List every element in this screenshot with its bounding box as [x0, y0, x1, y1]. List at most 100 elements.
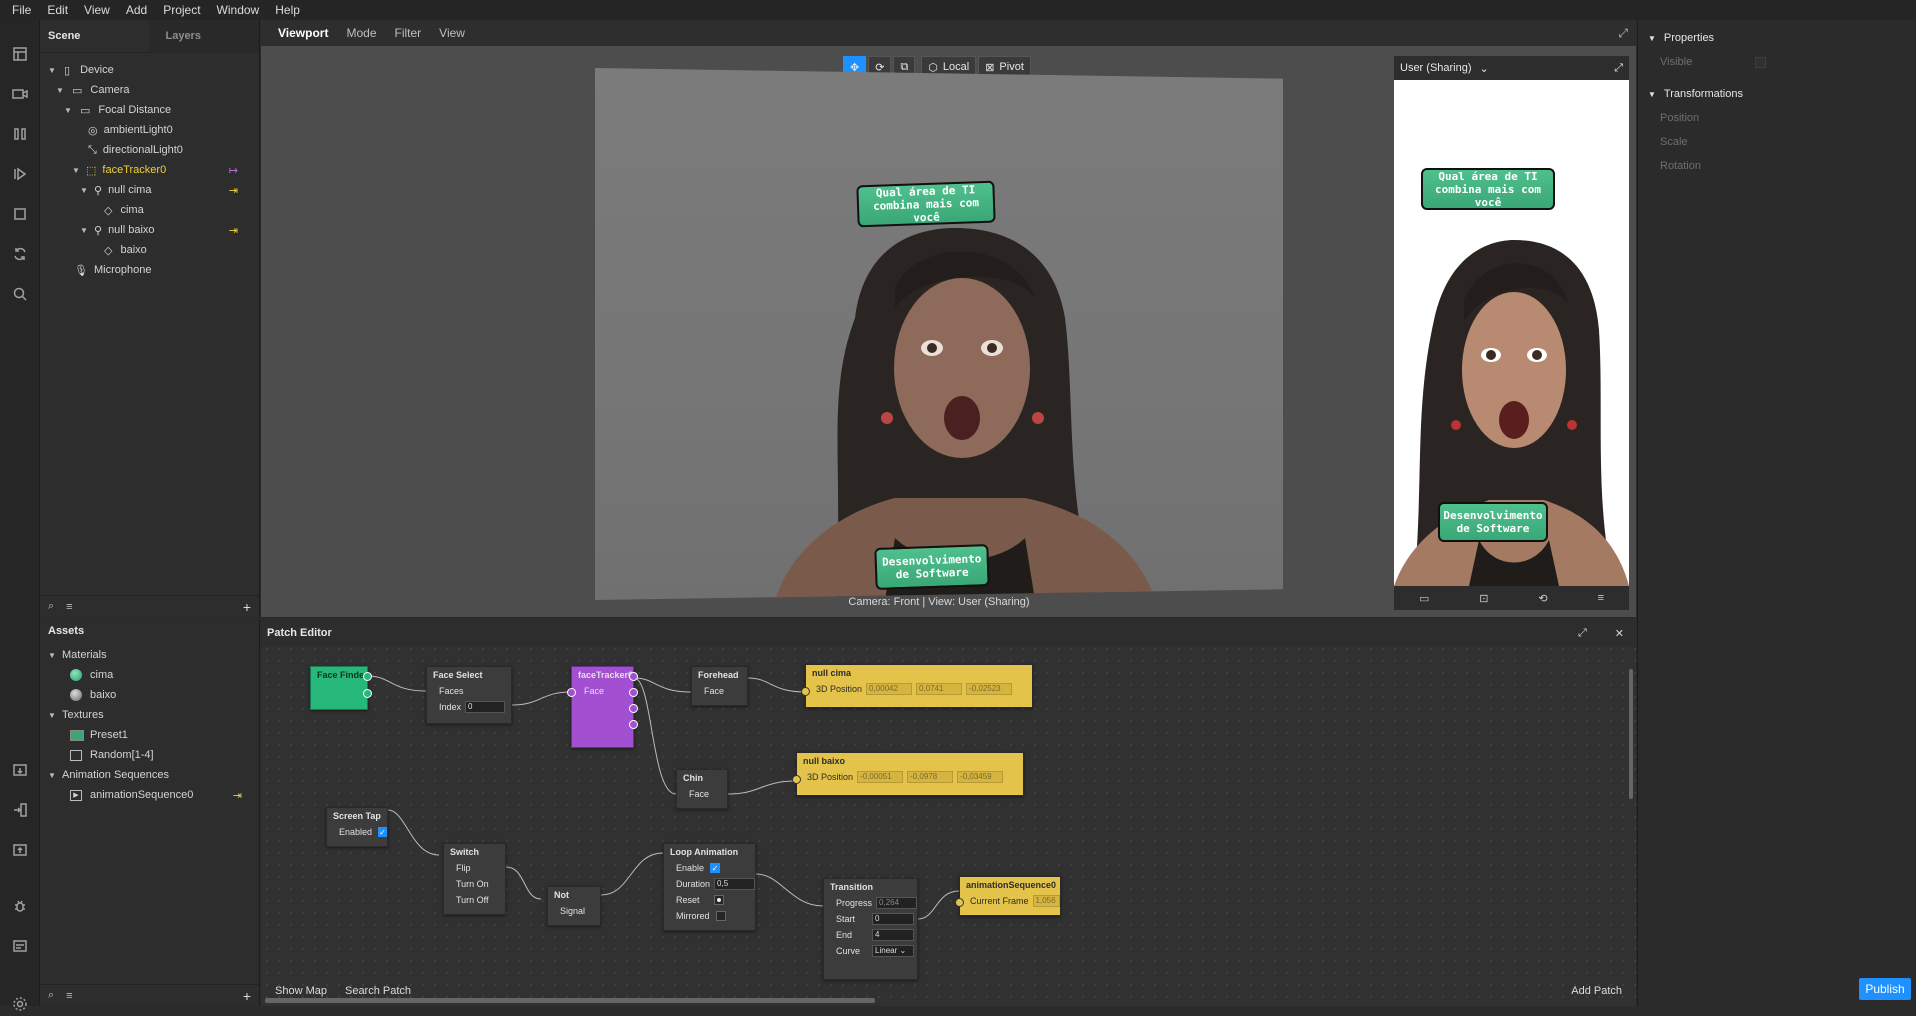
add-icon[interactable]: + [243, 988, 251, 1004]
publish-button[interactable]: Publish [1859, 978, 1911, 1000]
caret-down-icon[interactable]: ▼ [56, 86, 66, 95]
asset-group-textures[interactable]: ▼ Textures [48, 705, 104, 725]
caret-down-icon[interactable]: ▼ [48, 651, 58, 660]
start-input[interactable]: 0 [872, 913, 915, 925]
node-not[interactable]: Not Signal [547, 886, 601, 926]
tree-item-camera[interactable]: ▼ ▭ Camera [56, 80, 130, 100]
output-port[interactable] [629, 688, 638, 697]
filter-icon[interactable]: ≡ [66, 990, 72, 1002]
position-z-input[interactable]: -0,02523 [966, 683, 1013, 695]
node-loop-animation[interactable]: Loop Animation Enable ✓ Duration 0,5 Reset… [663, 843, 756, 931]
mirrored-checkbox[interactable] [715, 911, 726, 921]
position-y-input[interactable]: -0,0978 [907, 771, 954, 783]
popout-icon[interactable]: ⤢ [1609, 26, 1636, 41]
refresh-icon[interactable] [8, 242, 32, 266]
reset-pulse[interactable] [713, 895, 724, 905]
asset-item-cima[interactable]: cima [70, 665, 113, 685]
menu-edit[interactable]: Edit [39, 3, 76, 17]
add-patch-button[interactable]: Add Patch [1571, 985, 1622, 997]
caret-down-icon[interactable]: ▼ [48, 66, 58, 75]
patch-arrow-icon[interactable]: ↦ [229, 164, 238, 177]
send-to-device-icon[interactable] [8, 798, 32, 822]
filter-icon[interactable]: ≡ [66, 601, 72, 613]
preview-question-bubble[interactable]: Qual área de TI combina mais com você [1421, 168, 1555, 210]
input-port[interactable] [567, 688, 576, 697]
panels-icon[interactable] [8, 122, 32, 146]
asset-item-baixo[interactable]: baixo [70, 685, 116, 705]
question-bubble[interactable]: Qual área de TI combina mais com você [856, 180, 996, 228]
caret-down-icon[interactable]: ▼ [80, 226, 90, 235]
node-forehead[interactable]: Forehead Face [691, 666, 748, 706]
tree-item-microphone[interactable]: 🎙︎ Microphone [74, 260, 151, 280]
enabled-checkbox[interactable]: ✓ [378, 827, 387, 837]
output-port[interactable] [629, 720, 638, 729]
square-icon[interactable] [8, 202, 32, 226]
search-patch-button[interactable]: Search Patch [345, 985, 411, 997]
asset-item-preset1[interactable]: Preset1 [70, 725, 128, 745]
video-icon[interactable] [8, 82, 32, 106]
import-icon[interactable] [8, 758, 32, 782]
menu-view[interactable]: View [76, 3, 118, 17]
caret-down-icon[interactable]: ▼ [48, 711, 58, 720]
menu-file[interactable]: File [4, 3, 39, 17]
asset-item-random[interactable]: Random[1-4] [70, 745, 154, 765]
menu-icon[interactable]: ≡ [1598, 592, 1604, 604]
node-chin[interactable]: Chin Face [676, 769, 728, 809]
tree-item-cima[interactable]: ◇ cima [104, 200, 144, 220]
progress-input[interactable]: 0,264 [876, 897, 917, 909]
settings-gear-icon[interactable] [8, 992, 32, 1016]
node-screen-tap[interactable]: Screen Tap Enabled ✓ [326, 807, 388, 847]
tree-item-null-baixo[interactable]: ▼ ⚲ null baixo ⇥ [80, 220, 248, 240]
tree-item-focal-distance[interactable]: ▼ ▭ Focal Distance [64, 100, 171, 120]
menu-window[interactable]: Window [209, 3, 268, 17]
search-icon[interactable]: ⌕ [48, 989, 54, 1002]
asset-item-animation-sequence[interactable]: ▶ animationSequence0 ⇥ [70, 785, 252, 805]
node-transition[interactable]: Transition Progress 0,264 Start 0 End 4 Cur… [823, 878, 918, 980]
patch-arrow-icon[interactable]: ⇥ [233, 789, 242, 802]
tab-view[interactable]: View [430, 26, 474, 40]
horizontal-scrollbar[interactable] [265, 998, 875, 1003]
node-animation-sequence[interactable]: animationSequence0 Current Frame 1,056 [955, 876, 1061, 916]
device-select[interactable]: User (Sharing) [1400, 62, 1472, 74]
tree-item-face-tracker[interactable]: ▼ ⬚ faceTracker0 ↦ [72, 160, 248, 180]
input-port[interactable] [792, 775, 801, 784]
node-null-baixo[interactable]: null baixo 3D Position -0,00051 -0,0978 … [792, 752, 1024, 796]
position-y-input[interactable]: 0,0741 [916, 683, 963, 695]
visible-checkbox[interactable] [1755, 56, 1766, 68]
search-icon[interactable]: ⌕ [48, 600, 54, 613]
transformations-section[interactable]: ▼ Transformations [1638, 82, 1916, 106]
menu-project[interactable]: Project [155, 3, 208, 17]
tree-item-directional-light[interactable]: ⤡ directionalLight0 [88, 140, 183, 160]
search-icon[interactable] [8, 282, 32, 306]
end-input[interactable]: 4 [872, 929, 915, 941]
tree-item-device[interactable]: ▼ ▯ Device [48, 60, 114, 80]
tab-viewport[interactable]: Viewport [269, 26, 337, 40]
position-z-input[interactable]: -0,03459 [957, 771, 1004, 783]
input-port[interactable] [955, 898, 964, 907]
tab-mode[interactable]: Mode [337, 26, 385, 40]
enable-checkbox[interactable]: ✓ [710, 863, 721, 873]
node-face-tracker[interactable]: faceTracker0 Face [567, 666, 638, 748]
input-port[interactable] [801, 687, 810, 696]
chevron-down-icon[interactable]: ⌄ [1480, 62, 1489, 75]
popout-icon[interactable]: ⤢ [1614, 62, 1623, 75]
caret-down-icon[interactable]: ▼ [72, 166, 82, 175]
rotate-device-icon[interactable]: ⟲ [1538, 592, 1547, 605]
show-map-button[interactable]: Show Map [275, 985, 327, 997]
asset-group-materials[interactable]: ▼ Materials [48, 645, 107, 665]
add-icon[interactable]: + [243, 599, 251, 615]
position-x-input[interactable]: -0,00051 [857, 771, 904, 783]
duration-input[interactable]: 0,5 [714, 878, 755, 890]
screenshot-icon[interactable]: ⊡ [1479, 592, 1488, 605]
node-switch[interactable]: Switch Flip Turn On Turn Off [443, 843, 506, 915]
upload-icon[interactable] [8, 838, 32, 862]
current-frame-input[interactable]: 1,056 [1032, 895, 1060, 907]
layout-icon[interactable] [8, 42, 32, 66]
curve-select[interactable]: Linear ⌄ [872, 945, 915, 957]
node-face-select[interactable]: Face Select Faces Index 0 [426, 666, 512, 724]
output-port[interactable] [363, 672, 372, 681]
position-x-input[interactable]: 0,00042 [866, 683, 913, 695]
asset-group-animation-sequences[interactable]: ▼ Animation Sequences [48, 765, 169, 785]
vertical-scrollbar[interactable] [1629, 669, 1633, 799]
caret-down-icon[interactable]: ▼ [80, 186, 90, 195]
